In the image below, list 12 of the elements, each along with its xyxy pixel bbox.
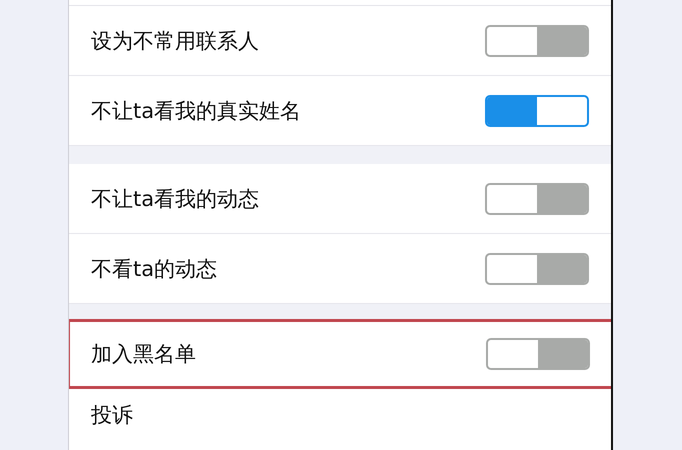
toggle-switch[interactable] — [485, 24, 589, 56]
setting-label: 不看ta的动态 — [91, 256, 218, 282]
setting-label: 不让ta看我的动态 — [91, 186, 260, 212]
toggle-switch[interactable] — [486, 338, 590, 370]
setting-label: 加入黑名单 — [91, 341, 196, 368]
toggle-switch[interactable] — [485, 182, 589, 214]
setting-label: 设为不常用联系人 — [91, 28, 259, 54]
toggle-switch[interactable] — [485, 94, 589, 126]
highlighted-settings-row[interactable]: 加入黑名单 — [69, 319, 611, 389]
setting-label: 不让ta看我的真实姓名 — [91, 98, 302, 124]
setting-label: 投诉 — [91, 402, 133, 429]
toggle-switch[interactable] — [485, 252, 589, 284]
